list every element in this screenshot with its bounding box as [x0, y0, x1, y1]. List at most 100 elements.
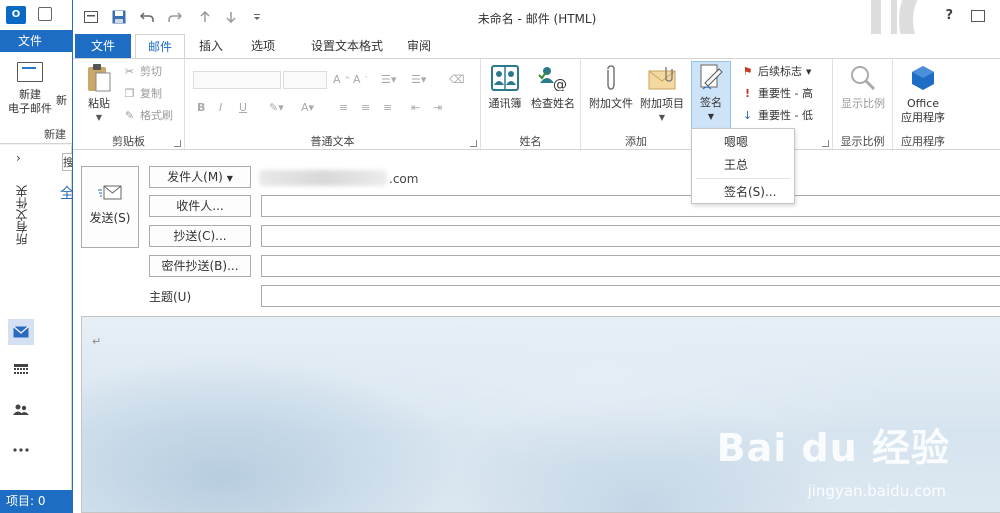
check-names-button[interactable]: @ 检查姓名	[527, 63, 579, 111]
signature-dropdown-icon[interactable]: ▼	[692, 110, 730, 124]
nav-people-icon[interactable]	[8, 397, 34, 423]
tab-insert[interactable]: 插入	[189, 34, 233, 58]
office-apps-button[interactable]: Office 应用程序	[895, 63, 951, 125]
bullets-icon[interactable]: ☰▾	[381, 71, 396, 89]
low-importance-button[interactable]: ↓ 重要性 - 低	[741, 107, 813, 125]
font-size-select[interactable]	[283, 71, 327, 89]
align-left-icon[interactable]: ≡	[339, 99, 348, 117]
signature-menu: 嗯嗯 王总 签名(S)...	[691, 128, 795, 204]
copy-button[interactable]: ❐ 复制	[123, 85, 162, 103]
clear-format-icon[interactable]: ⌫	[449, 71, 465, 89]
group-names-label: 姓名	[519, 135, 542, 148]
tab-file[interactable]: 文件	[75, 34, 131, 58]
increase-indent-icon[interactable]: ⇥	[433, 99, 442, 117]
align-right-icon[interactable]: ≡	[383, 99, 392, 117]
signatures-settings-item[interactable]: 签名(S)...	[692, 181, 794, 203]
format-painter-label: 格式刷	[140, 109, 173, 122]
new-email-label: 新建 电子邮件	[8, 88, 52, 115]
bcc-input[interactable]	[261, 255, 1000, 277]
high-importance-button[interactable]: ! 重要性 - 高	[741, 85, 813, 103]
from-button[interactable]: 发件人(M) ▼	[149, 166, 251, 188]
send-button[interactable]: 发送(S)	[81, 166, 139, 248]
ribbon-tabs: 文件 邮件 插入 选项 设置文本格式 审阅	[73, 34, 1000, 59]
paste-label: 粘贴	[88, 97, 110, 110]
main-tab-file[interactable]: 文件	[0, 30, 72, 52]
expand-folder-pane-button[interactable]: ›	[16, 151, 21, 165]
navigation-bar	[0, 305, 72, 490]
shrink-font-icon[interactable]: Aˇ	[353, 71, 368, 89]
address-book-button[interactable]: 通讯簿	[485, 63, 525, 111]
ribbon: 粘贴 ▼ ✂ 剪切 ❐ 复制 ✎ 格式刷 剪贴板 A ^ Aˇ ☰▾ ☰▾ ⌫ …	[73, 58, 1000, 151]
paste-dropdown-icon[interactable]: ▼	[79, 111, 119, 125]
follow-up-label: 后续标志	[758, 65, 802, 78]
signature-item[interactable]: 嗯嗯	[692, 131, 794, 153]
highlight-icon[interactable]: ✎▾	[269, 99, 284, 117]
nav-mail-icon[interactable]	[8, 319, 34, 345]
italic-icon[interactable]: I	[219, 99, 222, 117]
low-importance-label: 重要性 - 低	[758, 109, 813, 122]
tab-review[interactable]: 审阅	[395, 34, 443, 58]
underline-icon[interactable]: U	[239, 99, 247, 117]
new-email-button[interactable]: 新建 电子邮件	[4, 62, 56, 116]
ribbon-display-options-icon[interactable]	[971, 10, 985, 22]
font-color-icon[interactable]: A▾	[301, 99, 314, 117]
subject-input[interactable]	[261, 285, 1000, 307]
grow-font-icon[interactable]: A ^	[333, 71, 350, 89]
copy-label: 复制	[140, 87, 162, 100]
paragraph-mark: ↵	[92, 335, 102, 348]
paste-icon	[84, 63, 114, 93]
clipboard-launcher-icon[interactable]	[174, 140, 181, 147]
bcc-button[interactable]: 密件抄送(B)...	[149, 255, 251, 277]
decrease-indent-icon[interactable]: ⇤	[411, 99, 420, 117]
signature-button[interactable]: 签名 ▼	[691, 61, 731, 131]
attach-item-label: 附加项目	[640, 97, 684, 110]
signature-icon	[696, 62, 726, 92]
to-button[interactable]: 收件人...	[149, 195, 251, 217]
group-zoom-label: 显示比例	[840, 135, 885, 148]
office-apps-icon	[908, 63, 938, 93]
nav-calendar-icon[interactable]	[8, 357, 34, 383]
group-clipboard: 粘贴 ▼ ✂ 剪切 ❐ 复制 ✎ 格式刷 剪贴板	[73, 59, 185, 151]
group-basic-text-label: 普通文本	[310, 135, 355, 148]
copy-icon: ❐	[124, 87, 135, 100]
message-body[interactable]: ↵ Bai du 经验 jingyan.baidu.com	[81, 316, 1000, 513]
tags-launcher-icon[interactable]	[822, 140, 829, 147]
signature-label: 签名	[700, 96, 722, 109]
attach-item-dropdown-icon[interactable]: ▼	[637, 111, 687, 125]
signature-item[interactable]: 王总	[692, 154, 794, 176]
baidu-watermark-logo: Bai du 经验	[716, 426, 950, 470]
tab-message[interactable]: 邮件	[135, 34, 185, 59]
window-title: 未命名 - 邮件 (HTML)	[477, 12, 597, 26]
tab-format-text[interactable]: 设置文本格式	[295, 34, 399, 58]
scissors-icon: ✂	[124, 65, 135, 78]
send-receive-icon[interactable]	[38, 7, 52, 21]
attach-item-button[interactable]: 附加项目 ▼	[637, 63, 687, 125]
zoom-button[interactable]: 显示比例	[835, 63, 891, 111]
follow-up-dropdown-icon[interactable]: ▼	[806, 63, 811, 81]
attach-file-button[interactable]: 附加文件	[587, 63, 635, 111]
high-importance-label: 重要性 - 高	[758, 87, 813, 100]
status-bar: 项目: 0	[0, 490, 72, 513]
new-items-button[interactable]: 新	[56, 92, 67, 108]
follow-up-button[interactable]: ⚑ 后续标志 ▼	[741, 63, 812, 81]
numbering-icon[interactable]: ☰▾	[411, 71, 426, 89]
cc-input[interactable]	[261, 225, 1000, 247]
help-button[interactable]: ?	[945, 8, 953, 23]
nav-more-icon[interactable]	[8, 437, 34, 463]
magnifier-icon	[848, 63, 878, 93]
from-label: 发件人(M)	[167, 170, 223, 184]
redacted-email	[259, 170, 387, 186]
align-center-icon[interactable]: ≡	[361, 99, 370, 117]
basic-text-launcher-icon[interactable]	[470, 140, 477, 147]
paste-button[interactable]: 粘贴 ▼	[79, 63, 119, 125]
from-dropdown-icon: ▼	[226, 174, 233, 183]
tab-options[interactable]: 选项	[241, 34, 285, 58]
to-input[interactable]	[261, 195, 1000, 217]
cc-button[interactable]: 抄送(C)...	[149, 225, 251, 247]
from-value: .com	[389, 172, 419, 186]
format-painter-button[interactable]: ✎ 格式刷	[123, 107, 173, 125]
bold-icon[interactable]: B	[197, 99, 205, 117]
flag-icon: ⚑	[742, 65, 753, 78]
font-name-select[interactable]	[193, 71, 281, 89]
cut-button[interactable]: ✂ 剪切	[123, 63, 162, 81]
